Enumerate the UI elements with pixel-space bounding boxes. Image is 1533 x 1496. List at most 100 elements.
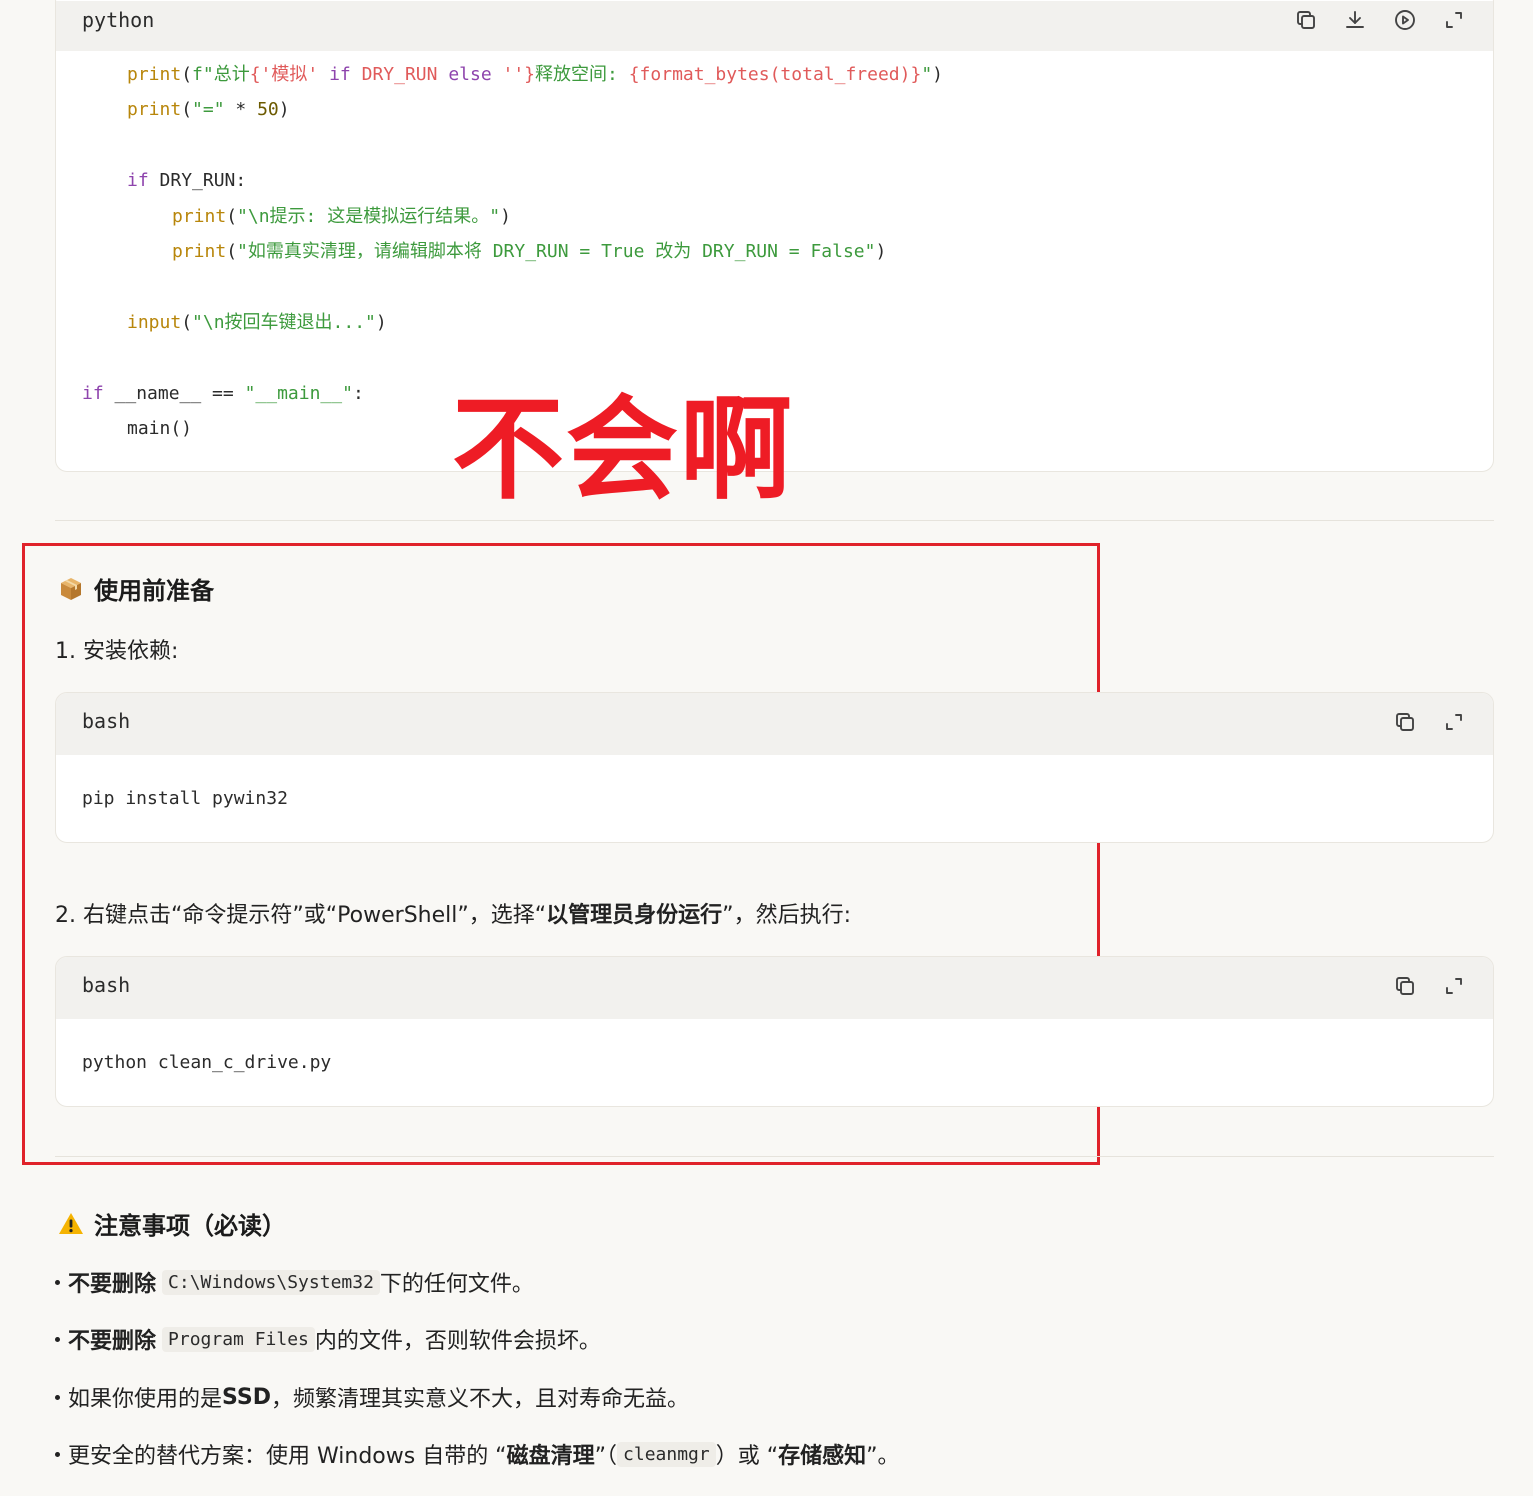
bullet-dot [55, 1451, 60, 1457]
download-icon[interactable] [1340, 5, 1370, 35]
code-token: main() [127, 418, 193, 439]
code-token: : [352, 382, 364, 404]
code-token: 50 [257, 99, 279, 121]
code-block-header: python [56, 1, 1493, 51]
section-heading-notes: 注意事项（必读） [58, 1206, 286, 1241]
code-token: if [82, 382, 104, 404]
code-language-label: python [82, 8, 155, 32]
code-line: print("=" * 50) [127, 98, 290, 122]
code-token: __name__ == [103, 382, 245, 404]
code-token: input [127, 311, 182, 333]
bullet-dot [55, 1394, 60, 1400]
code-line: input("\n按回车键退出...") [127, 311, 387, 335]
bash-code-block-1: bash pip install pywin32 [55, 692, 1494, 843]
code-token: ( [226, 205, 238, 227]
step-2-text-c: ”，然后执行: [722, 903, 851, 928]
code-token: ( [181, 64, 193, 85]
code-token: * [224, 99, 258, 121]
code-token: DRY_RUN [350, 64, 449, 85]
section-heading-prep: 使用前准备 [58, 571, 214, 606]
package-icon [61, 577, 81, 600]
code-line: print("\n提示: 这是模拟运行结果。") [172, 205, 511, 229]
code-line: print(f"总计{'模拟' if DRY_RUN else ''}释放空间:… [127, 63, 943, 87]
copy-icon[interactable] [1291, 5, 1321, 35]
divider [55, 1156, 1494, 1157]
code-token: {format_bytes(total_freed)} [628, 64, 922, 85]
copy-icon[interactable] [1390, 707, 1420, 737]
list-item-bold: 不要删除 [68, 1272, 157, 1297]
list-item: 如果你使用的是 SSD ，频繁清理其实意义不大，且对寿命无益。 [55, 1381, 689, 1413]
code-token: ) [500, 205, 511, 227]
code-token: "\n按回车键退出..." [192, 311, 376, 333]
code-token: print [172, 241, 227, 262]
section-heading-text: 使用前准备 [94, 577, 214, 605]
code-token: f" [192, 64, 214, 85]
list-item-text: 内的文件，否则软件会损坏。 [314, 1329, 601, 1354]
code-token: print [127, 99, 182, 121]
code-line: main() [127, 417, 192, 441]
code-token: if [329, 64, 351, 85]
code-language-label: bash [82, 709, 131, 733]
code-token: if [127, 170, 149, 192]
code-token: "__main__" [244, 382, 353, 404]
list-item-text: 下的任何文件。 [379, 1272, 534, 1297]
run-icon[interactable] [1390, 5, 1420, 35]
warning-icon [59, 1212, 83, 1234]
code-line: print("如需真实清理，请编辑脚本将 DRY_RUN = True 改为 D… [172, 240, 886, 264]
list-item: 不要删除 Program Files 内的文件，否则软件会损坏。 [55, 1323, 601, 1355]
code-token: ( [181, 311, 193, 333]
overlay-annotation-text: 不会啊 [452, 385, 794, 515]
code-token: "\n提示: 这是模拟运行结果。" [237, 205, 501, 227]
bullet-dot [55, 1336, 60, 1342]
list-item-bold: 磁盘清理 [506, 1444, 595, 1469]
code-token: " [921, 64, 933, 85]
step-2-text-bold: 以管理员身份运行 [546, 903, 723, 928]
code-token: ) [875, 241, 887, 262]
code-token: print [172, 205, 227, 227]
step-2-text: 2. 右键点击“命令提示符”或“PowerShell”，选择“以管理员身份运行”… [55, 897, 851, 929]
copy-icon[interactable] [1390, 971, 1420, 1001]
expand-icon[interactable] [1439, 971, 1469, 1001]
code-block-header: bash [56, 693, 1493, 755]
list-item-text: ”。 [866, 1444, 900, 1469]
code-token: ) [375, 311, 387, 333]
list-item-text: ，频繁清理其实意义不大，且对寿命无益。 [270, 1387, 689, 1412]
divider [55, 520, 1494, 521]
list-item-text: ”（ [594, 1444, 618, 1469]
expand-icon[interactable] [1439, 707, 1469, 737]
code-token: else [448, 64, 492, 85]
code-block-header: bash [56, 957, 1493, 1019]
bullet-dot [55, 1279, 60, 1285]
code-token: {'模拟' [249, 64, 330, 85]
step-1-text: 1. 安装依赖: [55, 639, 179, 664]
inline-code: C:\Windows\System32 [162, 1269, 380, 1295]
code-command: python clean_c_drive.py [82, 1052, 332, 1073]
list-item-bold: SSD [222, 1384, 271, 1410]
code-line: if __name__ == "__main__": [82, 382, 364, 406]
list-item-bold: 存储感知 [778, 1444, 867, 1469]
code-token: 释放空间: [535, 64, 629, 85]
code-token: ( [181, 99, 193, 121]
section-heading-text: 注意事项（必读） [94, 1212, 286, 1240]
list-item: 更安全的替代方案：使用 Windows 自带的 “ 磁盘清理 ”（ cleanm… [55, 1438, 900, 1470]
code-token: "如需真实清理，请编辑脚本将 DRY_RUN = True 改为 DRY_RUN… [237, 241, 876, 262]
code-line: if DRY_RUN: [127, 169, 246, 193]
inline-code: Program Files [162, 1326, 315, 1352]
code-token: ) [932, 64, 944, 85]
code-token: 总计 [213, 64, 250, 85]
list-item-text: 如果你使用的是 [68, 1387, 223, 1412]
code-command: pip install pywin32 [82, 788, 288, 809]
list-item-text: 更安全的替代方案：使用 Windows 自带的 “ [68, 1444, 507, 1469]
list-item: 不要删除 C:\Windows\System32 下的任何文件。 [55, 1266, 534, 1298]
code-token: ) [278, 99, 290, 121]
list-item-bold: 不要删除 [68, 1329, 157, 1354]
code-token: ''} [491, 64, 536, 85]
code-token: "=" [192, 99, 225, 121]
inline-code: cleanmgr [617, 1441, 716, 1467]
expand-icon[interactable] [1439, 5, 1469, 35]
code-language-label: bash [82, 973, 131, 997]
step-2-text-a: 2. 右键点击“命令提示符”或“PowerShell”，选择“ [55, 903, 547, 928]
list-item-text: ）或 “ [715, 1444, 779, 1469]
code-token: DRY_RUN: [148, 170, 247, 192]
bash-code-block-2: bash python clean_c_drive.py [55, 956, 1494, 1107]
